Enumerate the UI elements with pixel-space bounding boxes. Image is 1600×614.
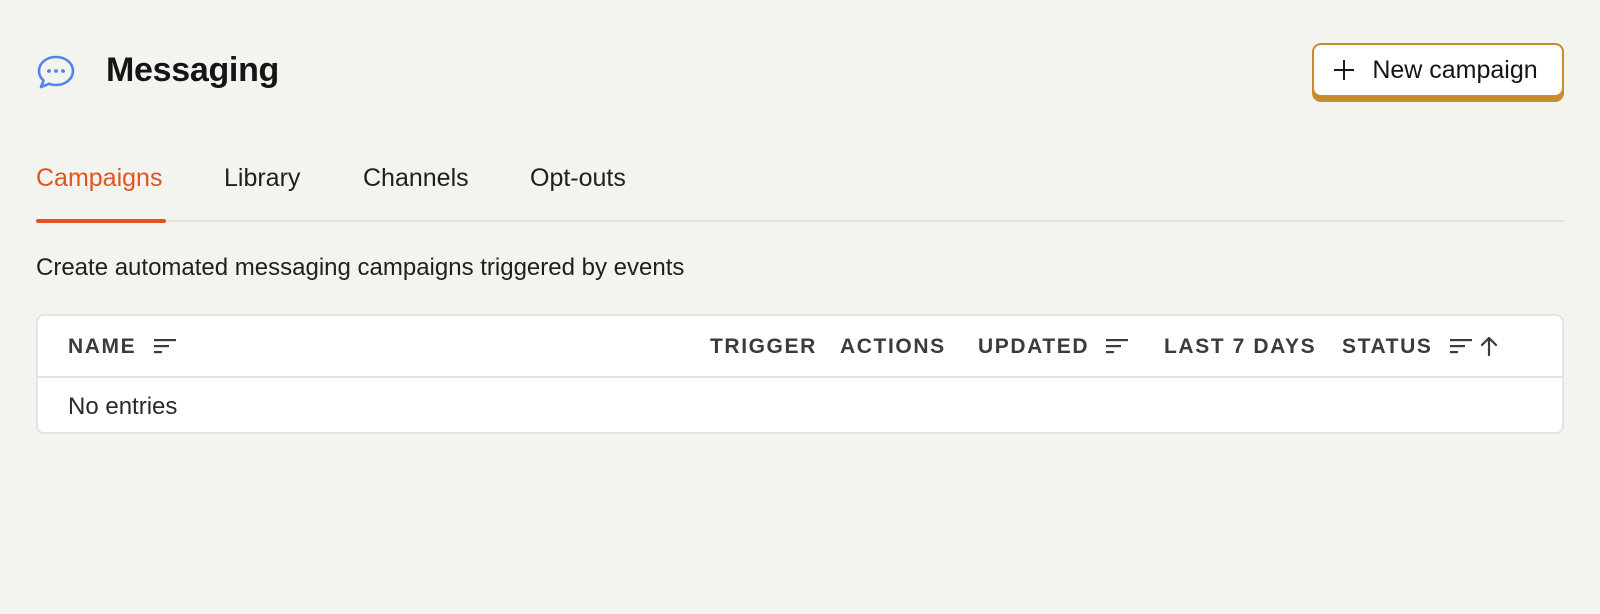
- column-header-name[interactable]: NAME: [68, 334, 136, 360]
- column-header-updated[interactable]: UPDATED: [978, 334, 1089, 360]
- active-tab-indicator: [36, 219, 166, 223]
- new-campaign-label: New campaign: [1372, 55, 1538, 84]
- empty-state-text: No entries: [68, 393, 178, 420]
- table-header: NAME TRIGGER ACTIONS UPDATED LAST 7 DAYS: [38, 316, 1562, 378]
- page-description: Create automated messaging campaigns tri…: [36, 254, 685, 281]
- tab-opt-outs[interactable]: Opt-outs: [530, 162, 626, 194]
- sort-lines-icon[interactable]: [1106, 336, 1130, 356]
- tab-channels[interactable]: Channels: [363, 162, 469, 194]
- sort-lines-icon[interactable]: [1450, 336, 1474, 356]
- tab-campaigns[interactable]: Campaigns: [36, 162, 162, 194]
- column-header-last-7-days: LAST 7 DAYS: [1164, 335, 1317, 358]
- column-header-trigger: TRIGGER: [710, 335, 817, 358]
- tab-library[interactable]: Library: [224, 162, 300, 194]
- page-title: Messaging: [106, 51, 280, 89]
- column-header-status[interactable]: STATUS: [1342, 334, 1432, 360]
- arrow-up-icon[interactable]: [1478, 336, 1502, 357]
- chat-bubble-icon: [36, 54, 76, 90]
- campaigns-table: NAME TRIGGER ACTIONS UPDATED LAST 7 DAYS: [36, 314, 1564, 434]
- new-campaign-button[interactable]: New campaign: [1312, 43, 1564, 97]
- page-header: Messaging New campaign: [36, 42, 1564, 100]
- plus-icon: [1334, 60, 1355, 80]
- sort-lines-icon[interactable]: [154, 336, 178, 356]
- tab-bar: Campaigns Library Channels Opt-outs: [36, 150, 1564, 223]
- messaging-page: Messaging New campaign Campaigns Library…: [0, 0, 1600, 614]
- column-header-actions: ACTIONS: [840, 335, 946, 358]
